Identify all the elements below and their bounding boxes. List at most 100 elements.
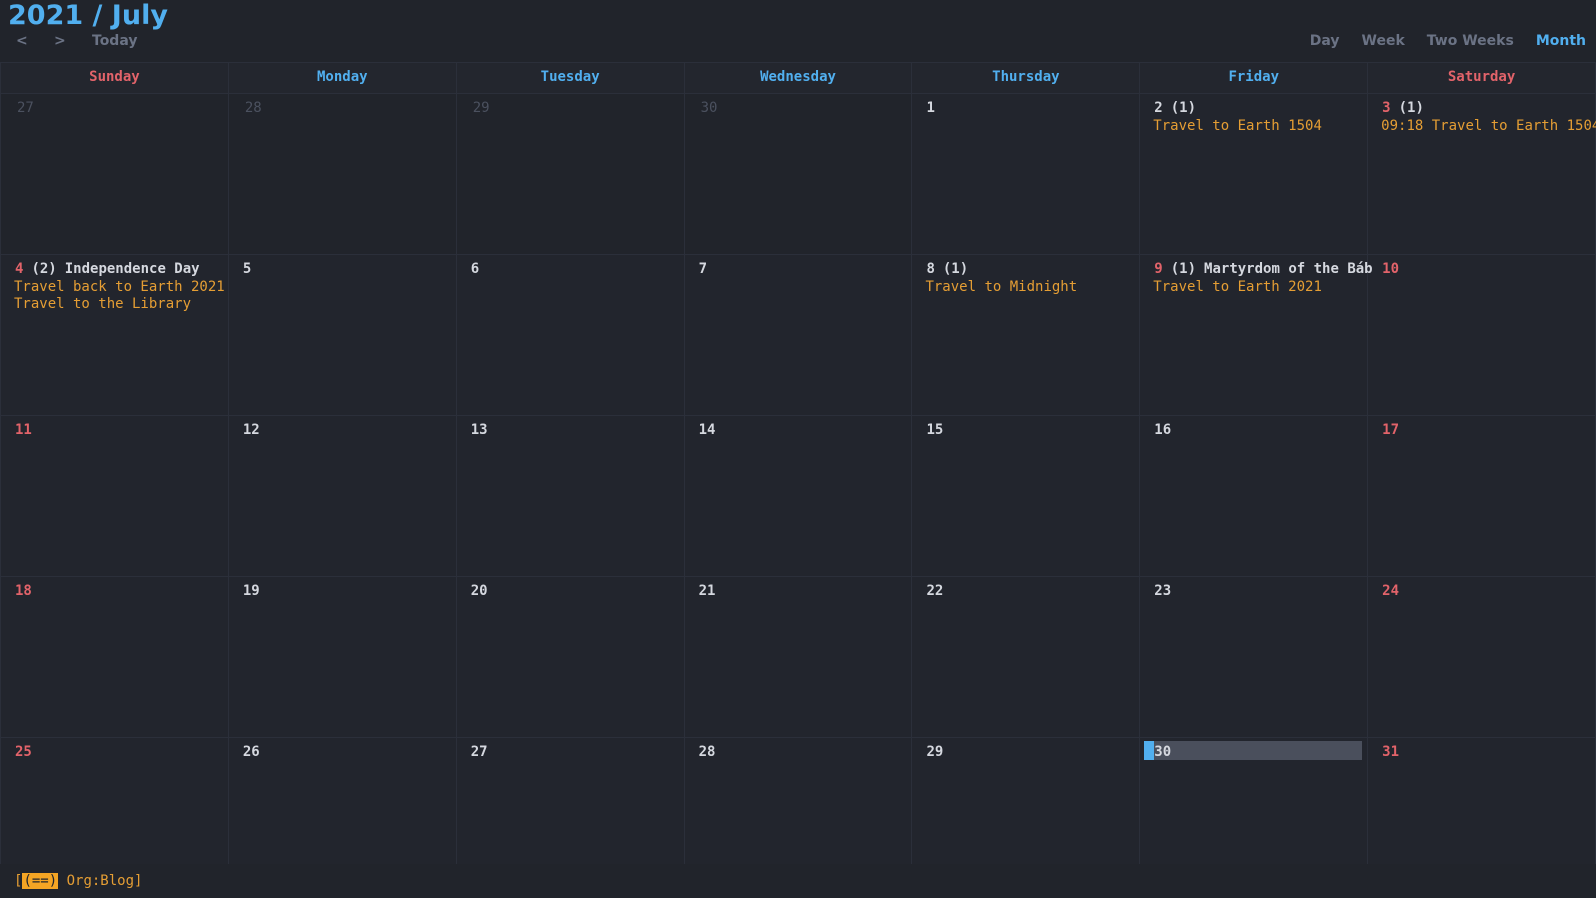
- cursor-highlight-row: [1144, 741, 1363, 760]
- day-number: 9: [1154, 261, 1163, 277]
- weekday-header-tuesday: Tuesday: [457, 63, 685, 93]
- day-cell[interactable]: 10: [1368, 255, 1596, 415]
- view-tab-week[interactable]: Week: [1362, 32, 1405, 50]
- weekday-header-thursday: Thursday: [912, 63, 1141, 93]
- event-item[interactable]: 09:18 Travel to Earth 1504: [1368, 118, 1596, 135]
- event-list: 09:18 Travel to Earth 1504: [1368, 118, 1596, 135]
- holiday-label: Independence Day: [64, 261, 200, 277]
- day-cell[interactable]: 3 (1) 09:18 Travel to Earth 1504: [1368, 94, 1596, 254]
- day-header-line: 13: [457, 421, 684, 440]
- weekday-header-saturday: Saturday: [1368, 63, 1596, 93]
- day-cell[interactable]: 1: [912, 94, 1141, 254]
- day-number: 24: [1382, 583, 1400, 599]
- day-number: 26: [242, 744, 260, 760]
- day-cell[interactable]: 18: [0, 577, 229, 737]
- day-cell[interactable]: 15: [912, 416, 1141, 576]
- day-cell[interactable]: 2 (1) Travel to Earth 1504: [1140, 94, 1369, 254]
- day-number: 7: [698, 261, 708, 277]
- today-button[interactable]: Today: [92, 32, 137, 50]
- day-number: 3: [1382, 100, 1391, 116]
- event-item[interactable]: Travel to Earth 1504: [1140, 118, 1367, 135]
- next-month-button[interactable]: >: [54, 32, 92, 50]
- day-cell[interactable]: 5: [228, 255, 457, 415]
- day-cell[interactable]: 16: [1140, 416, 1369, 576]
- day-cell[interactable]: 27: [0, 94, 229, 254]
- day-header-line: 1: [912, 99, 1139, 118]
- event-count: (1): [1170, 100, 1197, 116]
- day-header-line: 16: [1140, 421, 1367, 440]
- day-number: 4: [15, 261, 24, 277]
- day-cell[interactable]: 21: [684, 577, 913, 737]
- event-list: Travel to Midnight: [912, 279, 1139, 296]
- view-tab-month[interactable]: Month: [1536, 32, 1586, 50]
- day-cell[interactable]: 6: [456, 255, 685, 415]
- status-bar: [(==) Org:Blog]: [0, 864, 1596, 898]
- day-cell[interactable]: 17: [1368, 416, 1596, 576]
- day-number: 17: [1382, 422, 1400, 438]
- day-header-line: 5: [229, 260, 456, 279]
- day-number: 11: [15, 422, 32, 438]
- weekday-header-wednesday: Wednesday: [685, 63, 913, 93]
- day-header-line: 28: [685, 743, 912, 762]
- day-number: 16: [1154, 422, 1172, 438]
- day-cell[interactable]: 7: [684, 255, 913, 415]
- day-number: 10: [1382, 261, 1400, 277]
- event-item[interactable]: Travel back to Earth 2021: [1, 279, 228, 296]
- event-list: Travel to Earth 1504: [1140, 118, 1367, 135]
- day-header-line: 11: [1, 421, 228, 440]
- day-cell[interactable]: 11: [0, 416, 229, 576]
- view-tab-two-weeks[interactable]: Two Weeks: [1427, 32, 1514, 50]
- text-cursor: [1144, 741, 1155, 760]
- calendar-app: 2021 / July < > Today Day Week Two Weeks…: [0, 0, 1596, 898]
- event-item[interactable]: Travel to Earth 2021: [1140, 279, 1367, 296]
- day-cell[interactable]: 8 (1) Travel to Midnight: [912, 255, 1141, 415]
- day-header-line: 14: [685, 421, 912, 440]
- event-item[interactable]: Travel to the Library: [1, 296, 228, 313]
- day-cell[interactable]: 22: [912, 577, 1141, 737]
- day-number: 30: [700, 100, 718, 116]
- weekday-header-row: Sunday Monday Tuesday Wednesday Thursday…: [0, 62, 1596, 94]
- previous-month-button[interactable]: <: [16, 32, 54, 50]
- day-header-line: 12: [229, 421, 456, 440]
- day-cell[interactable]: 13: [456, 416, 685, 576]
- day-cell[interactable]: 14: [684, 416, 913, 576]
- day-header-line: 27: [1, 99, 228, 118]
- day-cell[interactable]: 9 (1) Martyrdom of the Báb Travel to Earth …: [1140, 255, 1373, 415]
- day-cell[interactable]: 28: [228, 94, 457, 254]
- day-cell[interactable]: 19: [228, 577, 457, 737]
- day-cell[interactable]: 12: [228, 416, 457, 576]
- day-number: 27: [17, 100, 34, 116]
- day-cell[interactable]: 4 (2) Independence Day Travel back to Earth…: [0, 255, 229, 415]
- day-header-line: 7: [685, 260, 912, 279]
- day-header-line: 31: [1368, 743, 1595, 762]
- calendar-header: 2021 / July < > Today Day Week Two Weeks…: [0, 0, 1596, 62]
- day-header-line: 15: [912, 421, 1139, 440]
- day-cell[interactable]: 30: [684, 94, 913, 254]
- day-number: 23: [1154, 583, 1172, 599]
- week-row: 4 (2) Independence Day Travel back to Earth…: [0, 255, 1596, 416]
- day-cell[interactable]: 29: [456, 94, 685, 254]
- day-header-line: 27: [457, 743, 684, 762]
- event-list: Travel back to Earth 2021 Travel to the L…: [1, 279, 228, 313]
- day-cell[interactable]: 24: [1368, 577, 1596, 737]
- weekday-header-friday: Friday: [1140, 63, 1369, 93]
- day-header-line: 26: [229, 743, 456, 762]
- day-header-line: 4 (2) Independence Day: [1, 260, 228, 279]
- day-header-line: 21: [685, 582, 912, 601]
- day-number: 29: [926, 744, 944, 760]
- day-number: 25: [15, 744, 32, 760]
- day-header-line: 29: [457, 99, 684, 118]
- day-header-line: 19: [229, 582, 456, 601]
- day-number: 12: [242, 422, 260, 438]
- view-tab-day[interactable]: Day: [1310, 32, 1340, 50]
- day-header-line: 8 (1): [912, 260, 1139, 279]
- event-item[interactable]: Travel to Midnight: [912, 279, 1139, 296]
- day-cell[interactable]: 20: [456, 577, 685, 737]
- weekday-header-monday: Monday: [229, 63, 457, 93]
- day-number: 8: [926, 261, 935, 277]
- day-header-line: 3 (1): [1368, 99, 1595, 118]
- weekday-header-sunday: Sunday: [0, 63, 229, 93]
- day-number: 20: [470, 583, 488, 599]
- day-cell[interactable]: 23: [1140, 577, 1369, 737]
- month-grid: 27 28 29 30 1 2 (1) Travel to Earth 1504 3 (1) 09:…: [0, 94, 1596, 898]
